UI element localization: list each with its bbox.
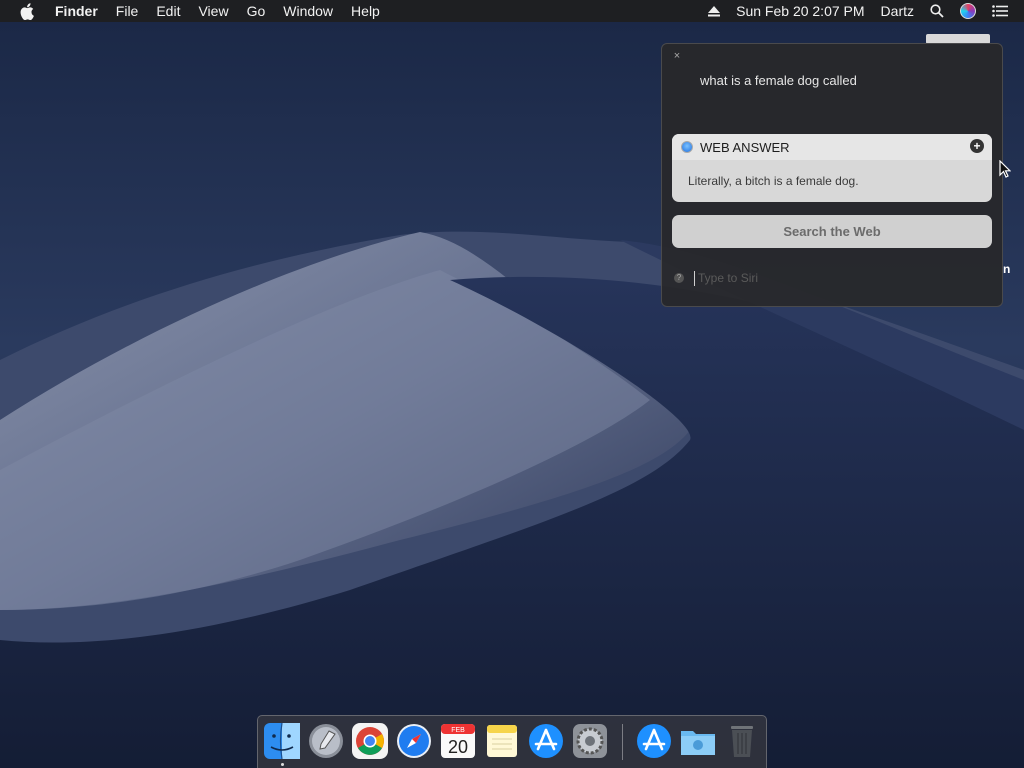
- menu-go[interactable]: Go: [238, 0, 275, 22]
- apple-menu-icon[interactable]: [18, 0, 36, 22]
- search-the-web-button[interactable]: Search the Web: [672, 215, 992, 248]
- calendar-icon[interactable]: FEB 20: [439, 722, 477, 760]
- siri-input-row: ?: [674, 270, 974, 286]
- dock-separator: [622, 724, 623, 760]
- menu-bar: Finder File Edit View Go Window Help Sun…: [0, 0, 1024, 22]
- type-to-siri-input[interactable]: [698, 271, 938, 285]
- calendar-month: FEB: [451, 727, 465, 734]
- eject-icon[interactable]: [700, 0, 728, 22]
- siri-window: × what is a female dog called WEB ANSWER…: [661, 43, 1003, 307]
- siri-query[interactable]: what is a female dog called: [700, 73, 857, 88]
- finder-icon[interactable]: [263, 722, 301, 760]
- menu-view[interactable]: View: [189, 0, 237, 22]
- web-answer-header: WEB ANSWER: [672, 134, 992, 160]
- mouse-pointer-icon: [999, 159, 1012, 178]
- system-preferences-icon[interactable]: [571, 722, 609, 760]
- add-icon[interactable]: +: [970, 139, 984, 153]
- spotlight-icon[interactable]: [922, 0, 952, 22]
- close-icon[interactable]: ×: [671, 50, 683, 62]
- app-store-icon[interactable]: [527, 722, 565, 760]
- help-icon[interactable]: ?: [674, 273, 684, 283]
- text-caret: [694, 270, 695, 286]
- finder-running-indicator: [281, 763, 284, 766]
- web-answer-card[interactable]: WEB ANSWER + Literally, a bitch is a fem…: [672, 134, 992, 202]
- notification-center-icon[interactable]: [984, 0, 1016, 22]
- menu-help[interactable]: Help: [342, 0, 389, 22]
- menubar-clock[interactable]: Sun Feb 20 2:07 PM: [728, 0, 872, 22]
- trash-icon[interactable]: [723, 722, 761, 760]
- desktop-item-label: n: [1003, 262, 1011, 276]
- safari-icon: [681, 141, 693, 153]
- menu-finder[interactable]: Finder: [46, 0, 107, 22]
- siri-icon[interactable]: [952, 0, 984, 22]
- menu-edit[interactable]: Edit: [147, 0, 189, 22]
- safari-icon[interactable]: [395, 722, 433, 760]
- web-answer-text: Literally, a bitch is a female dog.: [688, 174, 859, 188]
- launchpad-icon[interactable]: [307, 722, 345, 760]
- notes-icon[interactable]: [483, 722, 521, 760]
- chrome-icon[interactable]: [351, 722, 389, 760]
- menu-file[interactable]: File: [107, 0, 148, 22]
- menu-window[interactable]: Window: [274, 0, 342, 22]
- calendar-day: 20: [448, 737, 468, 757]
- dock: FEB 20: [257, 715, 767, 768]
- web-answer-title: WEB ANSWER: [700, 139, 790, 155]
- app-store-downloads-icon[interactable]: [635, 722, 673, 760]
- downloads-folder-icon[interactable]: [679, 722, 717, 760]
- menubar-user[interactable]: Dartz: [873, 0, 922, 22]
